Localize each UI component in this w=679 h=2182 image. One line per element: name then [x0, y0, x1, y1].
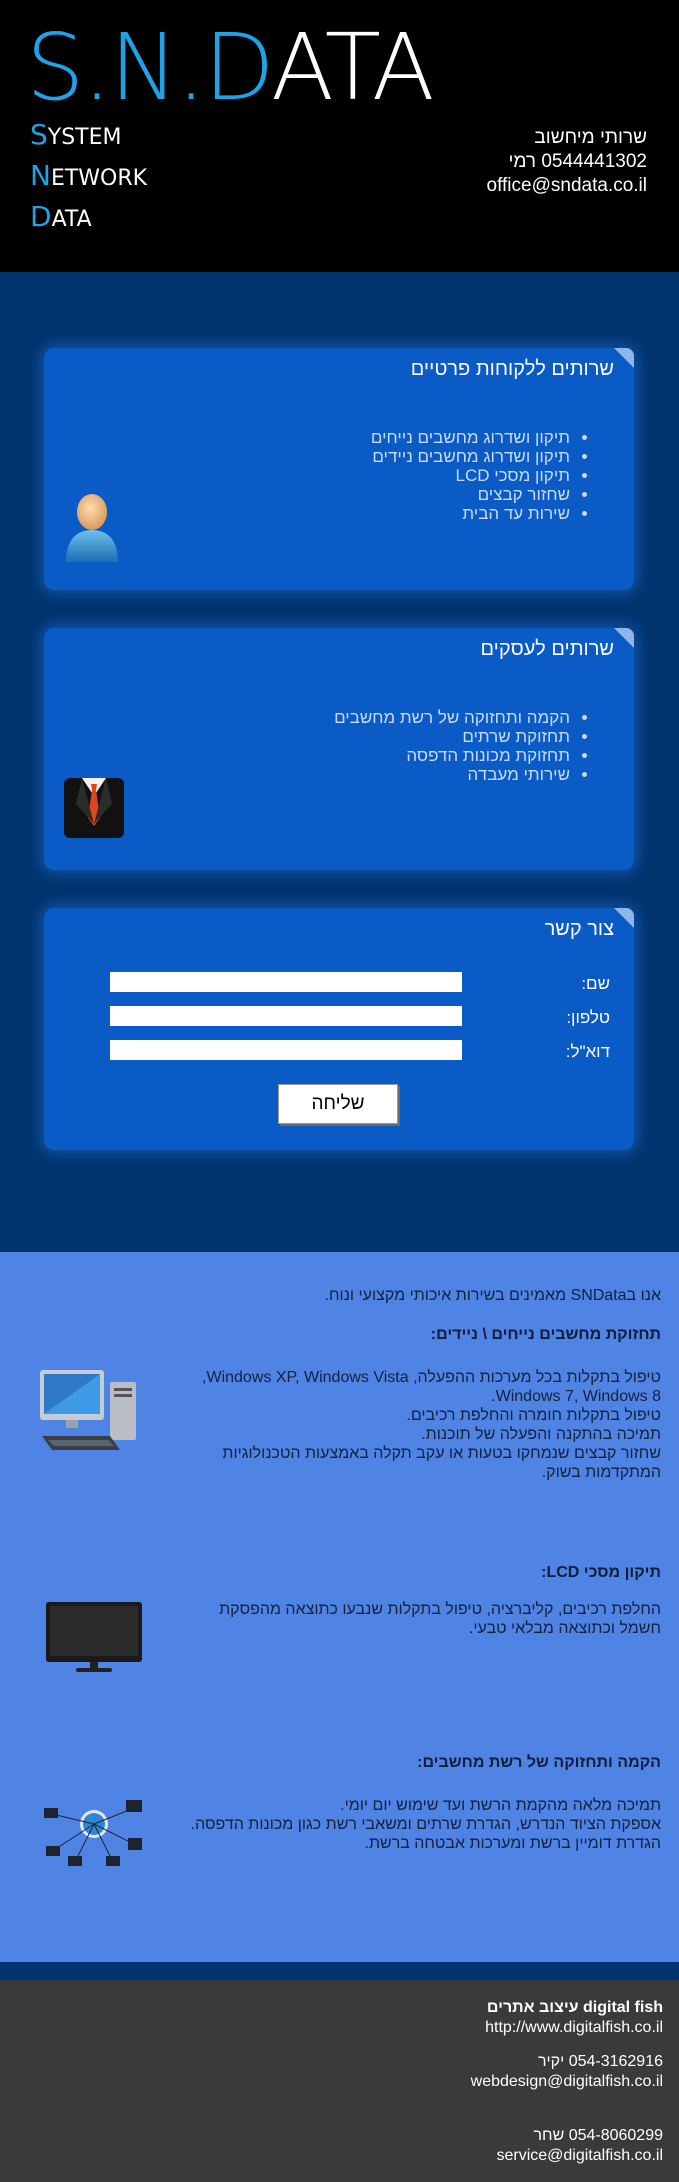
list-item: תיקון ושדרוג מחשבים נייחים	[371, 428, 570, 447]
header-contact-phone: 0544441302 רמי	[508, 151, 647, 172]
footer-divider	[0, 1962, 679, 1980]
footer-contact2-email[interactable]: service@digitalfish.co.il	[496, 2146, 663, 2166]
tagline-network: NETWORK	[30, 159, 148, 192]
email-label: דוא"ל:	[565, 1042, 610, 1061]
contact-form-title: צור קשר	[544, 918, 614, 940]
list-item: תחזוקת שרתים	[334, 727, 570, 746]
logo-white-part: ATA	[270, 14, 435, 121]
tagline-system: SYSTEM	[30, 118, 122, 151]
business-suit-icon	[64, 778, 124, 838]
name-label: שם:	[581, 974, 610, 993]
site-header: S.N.DATA SYSTEM NETWORK DATA שרותי מיחשו…	[0, 0, 679, 272]
lcd-repair-text: החלפת רכיבים, קליברציה, טיפול בתקלות שנב…	[219, 1601, 661, 1637]
name-row: שם:	[110, 972, 610, 996]
send-button[interactable]: שליחה	[278, 1084, 398, 1124]
list-item: תיקון מסכי LCD	[371, 466, 570, 485]
phone-label: טלפון:	[566, 1008, 610, 1027]
footer-contact1-email[interactable]: webdesign@digitalfish.co.il	[471, 2072, 663, 2092]
computer-icon	[40, 1370, 136, 1450]
footer-company: digital fish עיצוב אתרים	[486, 1999, 663, 2016]
list-item: שירותי מעבדה	[334, 765, 570, 784]
business-services-list: הקמה ותחזוקה של רשת מחשבים תחזוקת שרתים …	[334, 708, 590, 784]
desktop-maintenance-text: טיפול בתקלות בכל מערכות ההפעלה, Windows …	[202, 1369, 661, 1481]
network-setup-text: תמיכה מלאה מהקמת הרשת ועד שימוש יום יומי…	[190, 1797, 661, 1852]
private-services-list: תיקון ושדרוג מחשבים נייחים תיקון ושדרוג …	[371, 428, 590, 523]
private-services-panel: שרותים ללקוחות פרטיים תיקון ושדרוג מחשבי…	[44, 348, 634, 590]
network-icon	[44, 1800, 142, 1866]
logo: S.N.DATA	[26, 22, 435, 114]
list-item: שחזור קבצים	[371, 485, 570, 504]
footer-contact2-phone: 054-8060299 שחר	[533, 2127, 663, 2144]
list-item: תחזוקת מכונות הדפסה	[334, 746, 570, 765]
business-services-panel: שרותים לעסקים הקמה ותחזוקה של רשת מחשבים…	[44, 628, 634, 870]
panel-corner	[614, 908, 634, 928]
info-section: אנו בSNData מאמינים בשירות איכותי מקצועי…	[0, 1252, 679, 1962]
contact-form-panel: צור קשר שם: טלפון: דוא"ל: שליחה	[44, 908, 634, 1150]
phone-row: טלפון:	[110, 1006, 610, 1030]
panel-corner	[614, 348, 634, 368]
footer-website-link[interactable]: http://www.digitalfish.co.il	[485, 2018, 663, 2038]
desktop-maintenance-title: תחזוקת מחשבים נייחים \ ניידים:	[430, 1326, 661, 1343]
panel-corner	[614, 628, 634, 648]
lcd-repair-title: תיקון מסכי LCD:	[541, 1564, 661, 1581]
tagline-data: DATA	[30, 200, 92, 233]
intro-text: אנו בSNData מאמינים בשירות איכותי מקצועי…	[324, 1287, 661, 1304]
name-input[interactable]	[110, 972, 462, 992]
header-contact: שרותי מיחשוב 0544441302 רמי office@sndat…	[487, 126, 647, 198]
email-input[interactable]	[110, 1040, 462, 1060]
header-contact-title: שרותי מיחשוב	[534, 127, 647, 148]
logo-tagline: SYSTEM NETWORK DATA	[30, 116, 147, 239]
private-services-title: שרותים ללקוחות פרטיים	[410, 358, 614, 380]
lcd-screen-icon	[46, 1602, 142, 1672]
phone-input[interactable]	[110, 1006, 462, 1026]
footer-contact1-phone: 054-3162916 יקיר	[537, 2053, 663, 2070]
list-item: שירות עד הבית	[371, 504, 570, 523]
site-footer: digital fish עיצוב אתרים http://www.digi…	[0, 1980, 679, 2182]
header-contact-email[interactable]: office@sndata.co.il	[487, 174, 647, 198]
business-services-title: שרותים לעסקים	[480, 638, 614, 660]
network-setup-title: הקמה ותחזוקה של רשת מחשבים:	[417, 1754, 661, 1771]
email-row: דוא"ל:	[110, 1040, 610, 1064]
list-item: הקמה ותחזוקה של רשת מחשבים	[334, 708, 570, 727]
list-item: תיקון ושדרוג מחשבים ניידים	[371, 447, 570, 466]
person-icon	[66, 494, 118, 562]
logo-blue-part: S.N.D	[26, 14, 273, 121]
